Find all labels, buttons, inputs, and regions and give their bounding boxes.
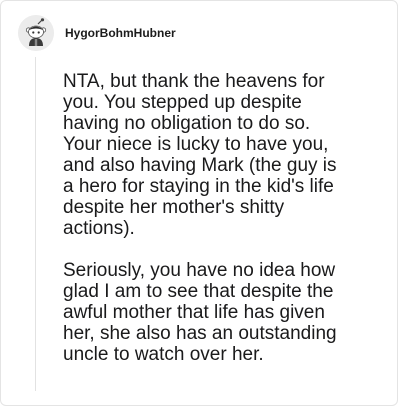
comment-paragraph: NTA, but thank the heavens for you. You … (63, 71, 337, 239)
comment-paragraph: Seriously, you have no idea how glad I a… (63, 260, 337, 365)
avatar[interactable] (18, 15, 54, 51)
snoo-avatar-icon (18, 15, 54, 51)
comment-header: HygorBohmHubner (18, 15, 176, 51)
comment-card: HygorBohmHubner NTA, but thank the heave… (0, 0, 398, 406)
username[interactable]: HygorBohmHubner (65, 26, 176, 40)
thread-line[interactable] (35, 57, 36, 391)
comment-body: NTA, but thank the heavens for you. You … (63, 71, 397, 365)
